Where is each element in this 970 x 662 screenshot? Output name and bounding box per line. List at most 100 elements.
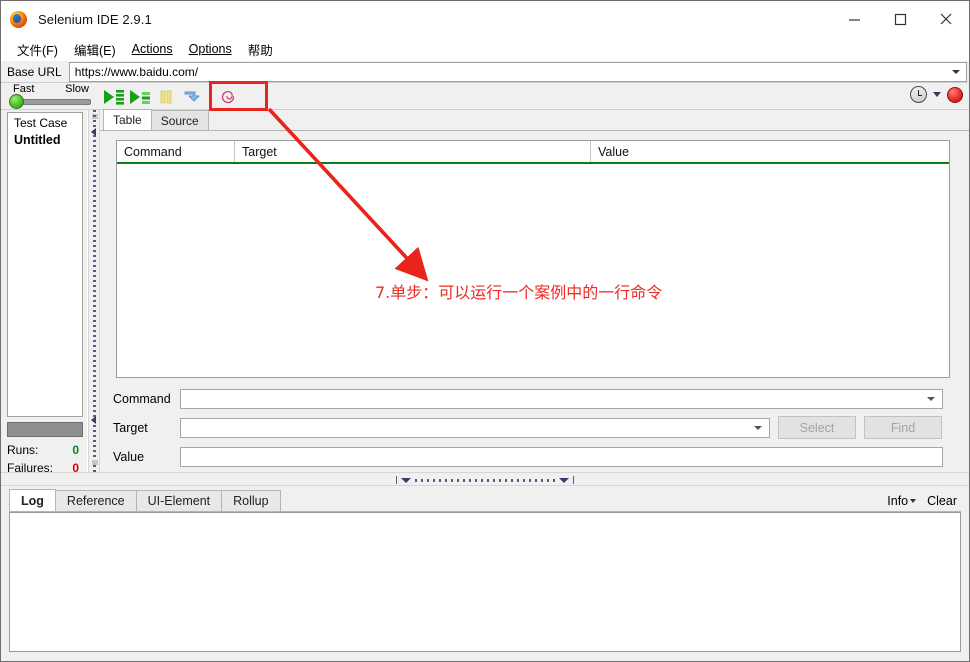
- command-table-header: Command Target Value: [117, 141, 949, 164]
- menu-item-help[interactable]: 帮助: [240, 38, 281, 61]
- vertical-splitter[interactable]: [88, 110, 100, 472]
- chevron-down-icon[interactable]: [927, 396, 935, 401]
- apply-rollup-rules-button[interactable]: [215, 86, 241, 109]
- column-header-value[interactable]: Value: [591, 141, 949, 162]
- splitter-collapse-left-icon[interactable]: [91, 128, 96, 136]
- menu-item-edit-label: 编辑(E): [73, 43, 116, 58]
- runs-label: Runs:: [7, 442, 39, 457]
- chevron-down-icon[interactable]: [933, 92, 941, 97]
- title-bar: Selenium IDE 2.9.1: [1, 1, 969, 37]
- title-bar-left: Selenium IDE 2.9.1: [1, 10, 831, 28]
- menu-item-actions-label: Actions: [131, 42, 173, 56]
- base-url-input[interactable]: https://www.baidu.com/: [70, 65, 198, 79]
- log-clear-button[interactable]: Clear: [927, 494, 957, 508]
- speed-slider-track[interactable]: [13, 99, 91, 105]
- test-case-pane: Test Case Untitled Runs: 0 Failures: 0: [1, 110, 87, 475]
- tab-source-label: Source: [160, 113, 199, 128]
- log-output[interactable]: [9, 512, 961, 652]
- firefox-icon: [10, 10, 27, 28]
- tab-ui-element[interactable]: UI-Element: [135, 490, 223, 511]
- toolbar-right-group: [910, 86, 963, 103]
- menu-item-options[interactable]: Options: [181, 40, 240, 58]
- speed-slider-knob[interactable]: [9, 94, 24, 109]
- value-label: Value: [113, 449, 145, 464]
- splitter-collapse-down-icon-2[interactable]: [559, 477, 569, 483]
- maximize-button[interactable]: [877, 1, 923, 37]
- speed-slider[interactable]: Fast Slow: [7, 83, 95, 110]
- log-tabstrip: Log Reference UI-Element Rollup Info Cle…: [9, 489, 961, 512]
- menu-item-options-label: Options: [188, 42, 232, 56]
- toolbar-separator: [205, 86, 215, 109]
- tab-table[interactable]: Table: [103, 109, 152, 130]
- test-case-list[interactable]: Test Case Untitled: [7, 112, 83, 417]
- menu-item-file[interactable]: 文件(F): [9, 38, 66, 61]
- menu-bar: 文件(F) 编辑(E) Actions Options 帮助: [1, 37, 969, 61]
- target-field-row: Target Select Find: [108, 415, 961, 440]
- minimize-button[interactable]: [831, 1, 877, 37]
- base-url-label: Base URL: [7, 64, 62, 79]
- column-header-command[interactable]: Command: [117, 141, 235, 162]
- command-label: Command: [113, 391, 171, 406]
- log-panel: Log Reference UI-Element Rollup Info Cle…: [1, 486, 969, 661]
- base-url-combobox[interactable]: https://www.baidu.com/: [68, 61, 967, 82]
- test-case-list-header: Test Case: [14, 116, 68, 130]
- close-button[interactable]: [923, 1, 969, 37]
- step-button[interactable]: [179, 86, 205, 109]
- window-title: Selenium IDE 2.9.1: [38, 11, 152, 27]
- column-header-target[interactable]: Target: [235, 141, 591, 162]
- splitter-collapse-left-icon-2[interactable]: [91, 416, 96, 424]
- menu-item-help-label: 帮助: [247, 43, 273, 58]
- log-actions: Info Clear: [887, 494, 961, 511]
- value-field-row: Value: [108, 444, 961, 469]
- tab-rollup-label: Rollup: [233, 494, 269, 508]
- tab-reference-label: Reference: [66, 494, 125, 508]
- selenium-ide-window: Selenium IDE 2.9.1 文件(F) 编辑(E) Actions O…: [0, 0, 970, 662]
- horizontal-splitter-grip[interactable]: [396, 476, 574, 484]
- run-progress-bar: [7, 422, 83, 437]
- splitter-bar-right: [573, 476, 574, 484]
- pause-resume-button[interactable]: [153, 86, 179, 109]
- menu-item-actions[interactable]: Actions: [124, 40, 181, 58]
- command-table-body[interactable]: [117, 164, 949, 377]
- value-input[interactable]: [180, 446, 943, 467]
- runs-value: 0: [72, 442, 79, 457]
- menu-item-file-label: 文件(F): [17, 43, 58, 58]
- horizontal-splitter[interactable]: [1, 472, 969, 486]
- chevron-down-icon[interactable]: [754, 425, 762, 430]
- splitter-cap-bottom: [92, 460, 98, 465]
- toolbar: Fast Slow: [1, 83, 969, 110]
- chevron-down-icon[interactable]: [910, 499, 917, 503]
- find-button[interactable]: Find: [864, 416, 942, 439]
- find-button-label: Find: [890, 420, 916, 435]
- splitter-collapse-down-icon[interactable]: [401, 477, 411, 483]
- command-editor-form: Command Target Select Find Value: [108, 386, 961, 473]
- command-input[interactable]: [180, 388, 943, 409]
- tab-ui-element-label: UI-Element: [147, 494, 211, 508]
- clock-icon[interactable]: [910, 86, 927, 103]
- target-input[interactable]: [180, 417, 770, 438]
- base-url-row: Base URL https://www.baidu.com/: [1, 61, 969, 83]
- speed-slow-label: Slow: [65, 83, 89, 95]
- chevron-down-icon[interactable]: [952, 69, 960, 74]
- tab-source[interactable]: Source: [150, 110, 209, 130]
- menu-item-edit[interactable]: 编辑(E): [66, 38, 124, 61]
- command-table[interactable]: Command Target Value: [116, 140, 950, 378]
- annotation-text: 7.单步：可以运行一个案例中的一行命令: [375, 283, 663, 302]
- play-current-test-case-button[interactable]: [127, 86, 153, 109]
- splitter-dots: [415, 478, 555, 482]
- tab-table-label: Table: [113, 113, 142, 127]
- window-controls: [831, 1, 969, 37]
- log-info-dropdown[interactable]: Info: [887, 494, 917, 508]
- tab-rollup[interactable]: Rollup: [221, 490, 281, 511]
- play-entire-test-suite-button[interactable]: [101, 86, 127, 109]
- select-button[interactable]: Select: [778, 416, 856, 439]
- log-info-label: Info: [887, 494, 909, 508]
- tab-log-label: Log: [21, 493, 44, 508]
- editor-tabstrip: Table Source: [100, 109, 969, 131]
- list-item[interactable]: Untitled: [8, 132, 82, 147]
- tab-log[interactable]: Log: [9, 489, 56, 511]
- tab-reference[interactable]: Reference: [54, 490, 137, 511]
- command-field-row: Command: [108, 386, 961, 411]
- record-dot-icon[interactable]: [947, 86, 963, 103]
- select-button-label: Select: [799, 420, 835, 435]
